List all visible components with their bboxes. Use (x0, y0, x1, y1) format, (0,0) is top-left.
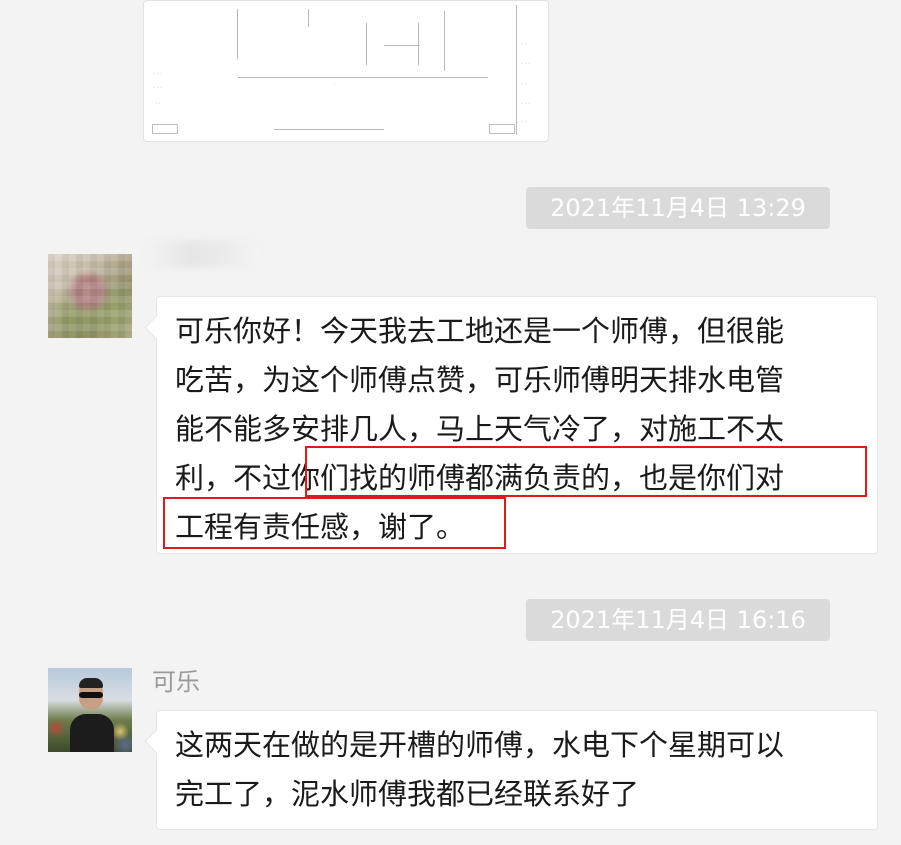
highlight-annotation (305, 446, 867, 497)
sunglasses-icon (79, 692, 103, 698)
timestamp: 2021年11月4日 13:29 (526, 187, 830, 229)
chat-window: · · · · · · · · · · · · · · · · · · · · … (0, 0, 901, 845)
message-line: 这两天在做的是开槽的师傅，水电下个星期可以 (175, 728, 785, 762)
timestamp: 2021年11月4日 16:16 (526, 599, 830, 641)
sender-name-redacted (146, 240, 258, 268)
shared-drawing-image[interactable]: · · · · · · · · · · · · · · · · · · · · … (143, 0, 549, 142)
avatar-figure (70, 714, 114, 752)
pixelation-overlay (48, 254, 132, 338)
sender-name: 可乐 (152, 668, 200, 696)
message-bubble[interactable]: 这两天在做的是开槽的师傅，水电下个星期可以 完工了，泥水师傅我都已经联系好了 (156, 710, 878, 830)
highlight-annotation (163, 497, 506, 549)
avatar-hair (79, 678, 103, 688)
sender-avatar[interactable] (48, 254, 132, 338)
sender-avatar[interactable] (48, 668, 132, 752)
message-line: 可乐你好！今天我去工地还是一个师傅，但很能 (175, 314, 785, 348)
message-line: 完工了，泥水师傅我都已经联系好了 (175, 777, 640, 811)
message-line: 吃苦，为这个师傅点赞，可乐师傅明天排水电管 (175, 363, 785, 397)
